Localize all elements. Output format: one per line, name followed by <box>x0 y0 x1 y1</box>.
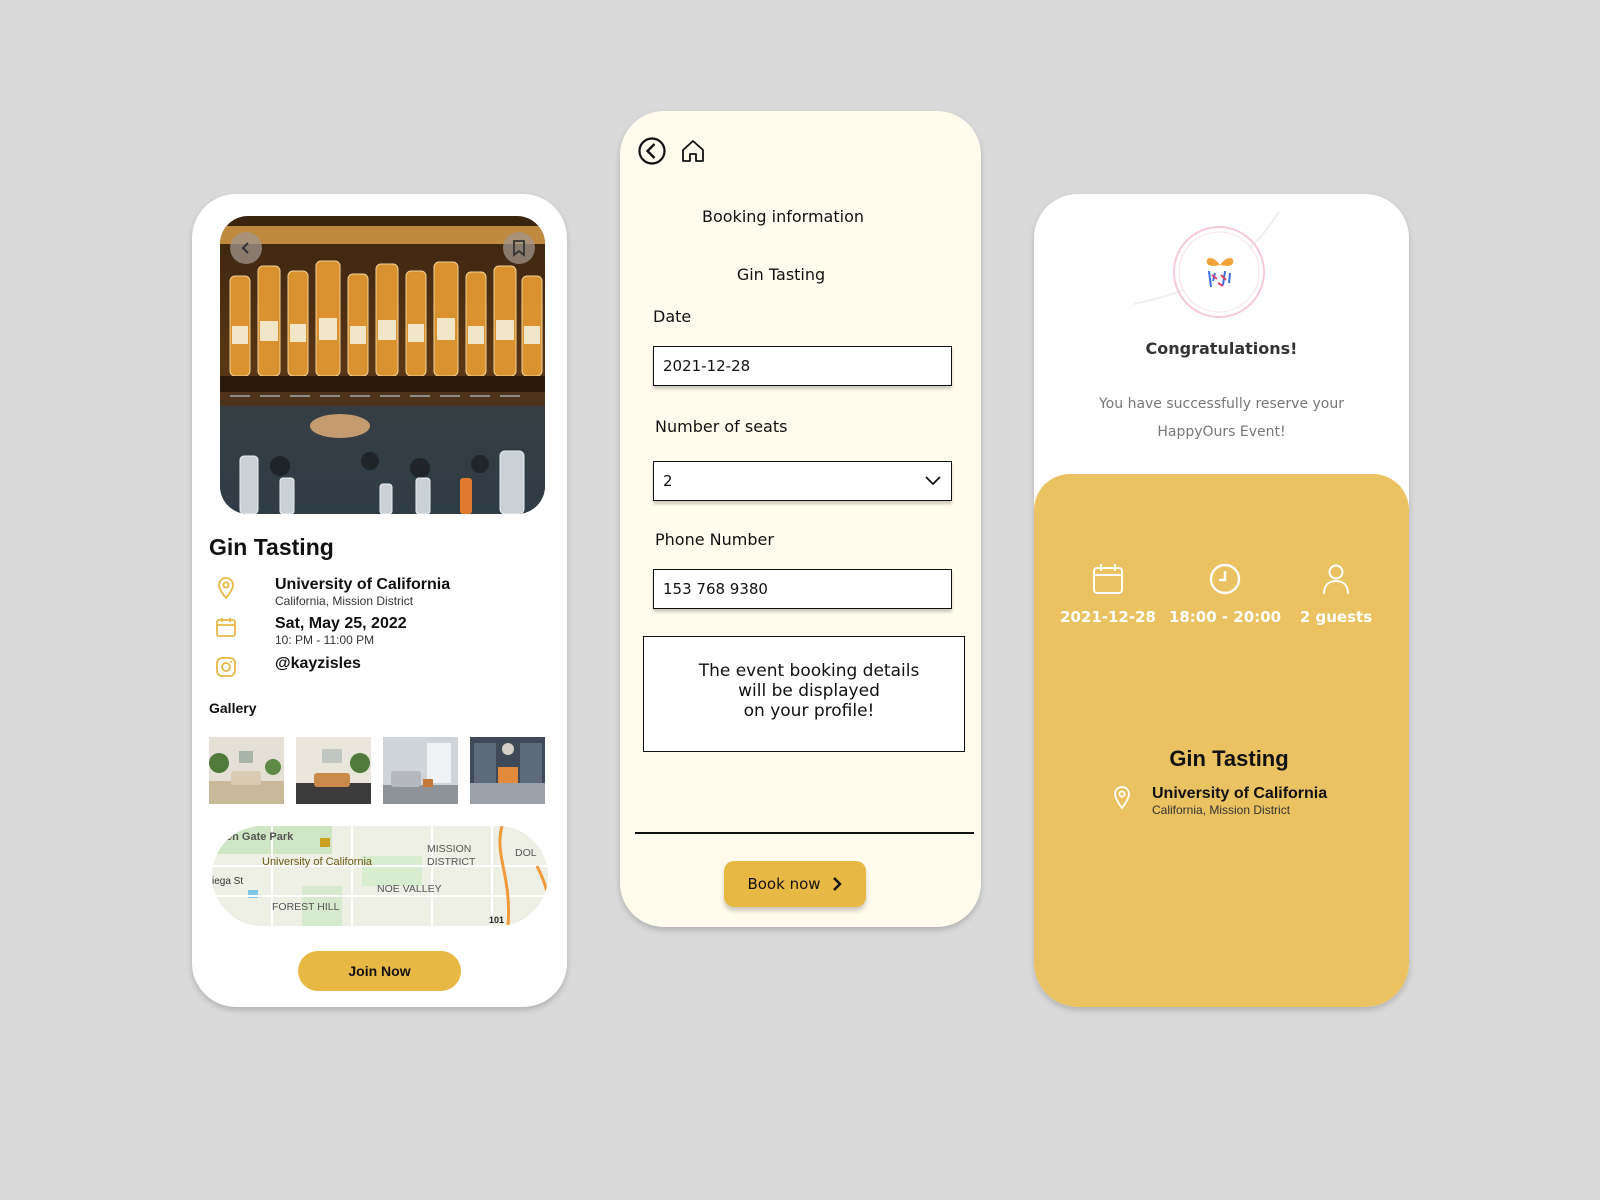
map-label-mission: MISSION <box>427 843 471 855</box>
confirmation-location-name: University of California <box>1152 785 1328 802</box>
gift-icon <box>1206 258 1234 288</box>
location-name: University of California <box>275 576 451 593</box>
home-icon[interactable] <box>679 137 707 165</box>
location-pin-icon <box>218 577 234 600</box>
book-now-label: Book now <box>747 875 821 893</box>
phone-label: Phone Number <box>655 530 774 549</box>
divider <box>635 832 974 834</box>
book-now-button[interactable]: Book now <box>724 861 866 907</box>
confirmation-event-title: Gin Tasting <box>1169 746 1289 771</box>
map-label-district: DISTRICT <box>427 856 476 868</box>
booking-summary-panel: 2021-12-28 18:00 - 20:00 2 guests Gin Ta… <box>1034 474 1409 1007</box>
map-label-street: iega St <box>212 876 243 887</box>
map-label-dol: DOL <box>515 847 537 859</box>
gallery-label: Gallery <box>209 700 257 716</box>
seats-value: 2 <box>663 472 673 490</box>
map-label-highway: 101 <box>489 915 504 925</box>
back-circle-icon[interactable] <box>637 136 667 166</box>
message-line: You have successfully reserve your <box>1098 396 1344 412</box>
gallery-image <box>296 737 371 804</box>
event-title: Gin Tasting <box>209 534 334 560</box>
event-hero-image <box>220 216 545 514</box>
gallery-thumbnail[interactable] <box>209 737 284 804</box>
event-date: Sat, May 25, 2022 <box>275 615 407 632</box>
instagram-handle[interactable]: @kayzisles <box>275 655 361 673</box>
gallery-image <box>209 737 284 804</box>
gallery-thumbnail[interactable] <box>383 737 458 804</box>
location-map[interactable]: en Gate Park University of California MI… <box>212 826 548 926</box>
map-label-forest-hill: FOREST HILL <box>272 901 340 913</box>
confirmation-location-sub: California, Mission District <box>1152 803 1291 817</box>
map-label-park: en Gate Park <box>226 831 294 843</box>
clock-icon <box>1209 563 1241 595</box>
calendar-icon <box>216 618 236 637</box>
booking-screen: Booking information Gin Tasting Date 202… <box>620 111 981 927</box>
user-icon <box>1323 564 1349 595</box>
booking-event-name: Gin Tasting <box>736 265 826 284</box>
university-map-marker <box>320 838 330 847</box>
gallery-image <box>470 737 545 804</box>
map-label-university: University of California <box>262 856 373 868</box>
summary-date-value: 2021-12-28 <box>1060 608 1156 626</box>
summary-time: 18:00 - 20:00 <box>1165 562 1285 626</box>
booking-heading: Booking information <box>702 207 864 226</box>
booking-notice: The event booking details will be displa… <box>643 636 965 752</box>
event-details-screen: Gin Tasting University of California Cal… <box>192 194 567 1007</box>
summary-guests-value: 2 guests <box>1299 608 1373 626</box>
seats-label: Number of seats <box>655 417 788 436</box>
back-button[interactable] <box>230 232 262 264</box>
gallery-image <box>383 737 458 804</box>
location-sub: California, Mission District <box>275 594 414 608</box>
calendar-icon <box>1093 564 1123 594</box>
map-image: en Gate Park University of California MI… <box>212 826 548 926</box>
gallery-thumbnail[interactable] <box>470 737 545 804</box>
message-line: HappyOurs Event! <box>1157 424 1286 440</box>
seats-select[interactable]: 2 <box>653 461 952 501</box>
summary-date: 2021-12-28 <box>1048 562 1168 626</box>
notice-line: will be displayed <box>738 681 880 701</box>
summary-time-value: 18:00 - 20:00 <box>1168 608 1282 626</box>
bookmark-icon <box>513 240 525 257</box>
date-label: Date <box>653 307 692 326</box>
join-now-button[interactable]: Join Now <box>298 951 461 991</box>
bookmark-button[interactable] <box>503 232 535 264</box>
notice-line: The event booking details <box>698 661 920 681</box>
bar-shelf-photo <box>220 216 545 514</box>
chevron-right-icon <box>832 877 842 891</box>
instagram-icon <box>216 657 236 677</box>
congratulations-title: Congratulations! <box>1145 339 1298 358</box>
map-label-noe-valley: NOE VALLEY <box>377 883 442 895</box>
confirmation-screen: Congratulations! You have successfully r… <box>1034 194 1409 1007</box>
chevron-left-icon <box>241 242 249 254</box>
summary-guests: 2 guests <box>1276 562 1396 626</box>
event-time: 10: PM - 11:00 PM <box>275 633 375 647</box>
gallery-thumbnail[interactable] <box>296 737 371 804</box>
phone-field[interactable]: 153 768 9380 <box>653 569 952 609</box>
notice-line: on your profile! <box>743 701 875 721</box>
chevron-down-icon <box>925 476 941 486</box>
date-field[interactable]: 2021-12-28 <box>653 346 952 386</box>
congratulations-message: You have successfully reserve your Happy… <box>1034 390 1409 446</box>
location-pin-icon <box>1114 786 1130 810</box>
